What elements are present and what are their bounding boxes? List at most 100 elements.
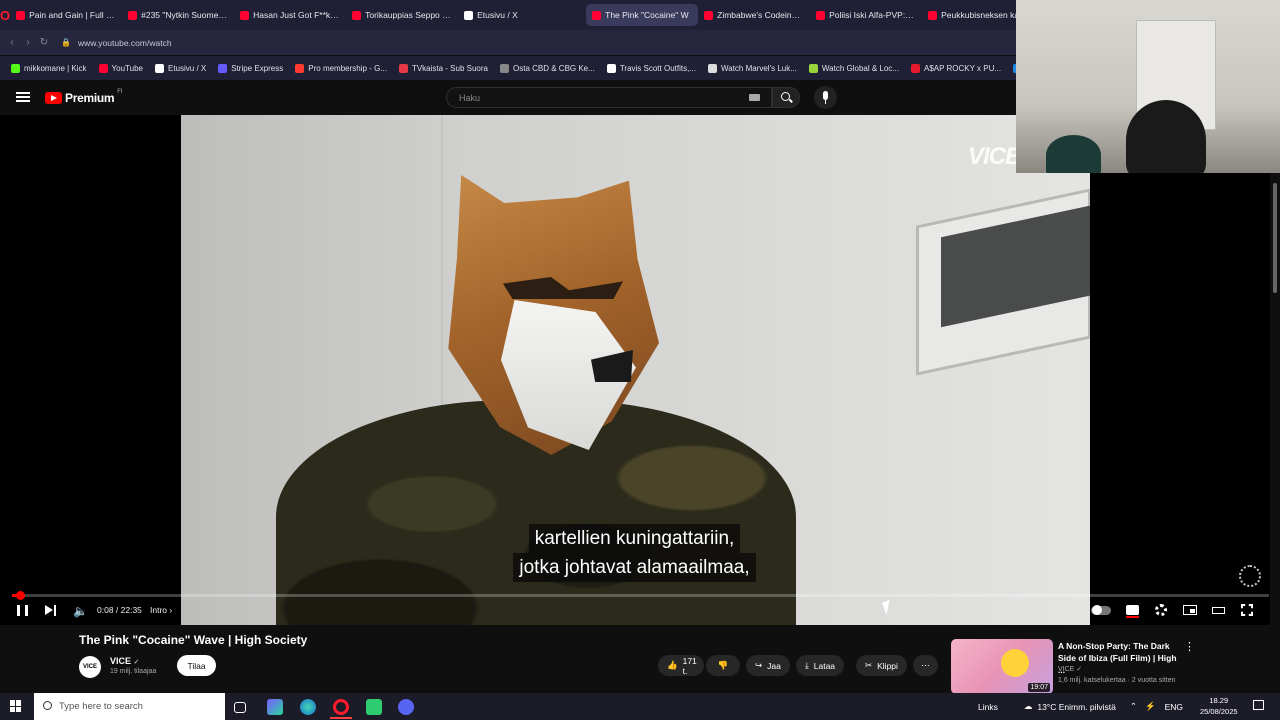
menu-icon[interactable] bbox=[16, 92, 30, 102]
edit-app-icon[interactable] bbox=[267, 699, 283, 715]
tab-favicon-icon bbox=[240, 10, 250, 20]
scrollbar-thumb[interactable] bbox=[1273, 183, 1277, 293]
bookmark-label: Osta CBD & CBG Ke... bbox=[513, 63, 595, 73]
browser-tab[interactable]: Etusivu / X bbox=[458, 4, 570, 26]
tab-favicon-icon bbox=[704, 10, 714, 20]
streamer-head bbox=[1126, 100, 1206, 173]
bookmark-item[interactable]: TVkaista - Sub Suora bbox=[394, 63, 493, 73]
bookmark-label: YouTube bbox=[111, 63, 143, 73]
pause-button[interactable] bbox=[17, 605, 28, 616]
download-button[interactable]: ⤓ Lataa bbox=[796, 655, 845, 676]
video-player[interactable]: VICE kartellien kuningattariin, jotka jo… bbox=[0, 115, 1280, 625]
bookmark-item[interactable]: YouTube bbox=[94, 63, 148, 73]
browser-tab[interactable]: Torikauppias Seppo katos bbox=[346, 4, 458, 26]
recommended-thumbnail[interactable]: 19:07 bbox=[951, 639, 1053, 694]
browser-tab[interactable]: The Pink "Cocaine" W bbox=[586, 4, 699, 26]
channel-avatar[interactable]: VICE bbox=[79, 656, 101, 678]
autoplay-toggle[interactable] bbox=[1091, 605, 1111, 615]
notifications-icon[interactable] bbox=[1253, 700, 1264, 710]
opera-browser-icon[interactable] bbox=[333, 699, 349, 715]
back-icon[interactable]: ‹ bbox=[4, 37, 20, 48]
page-scrollbar[interactable] bbox=[1270, 173, 1280, 693]
settings-gear-icon[interactable] bbox=[1155, 604, 1167, 616]
search-button[interactable] bbox=[772, 87, 800, 108]
fullscreen-icon[interactable] bbox=[1241, 604, 1253, 616]
bookmark-label: Etusivu / X bbox=[167, 63, 207, 73]
progress-scrubber[interactable] bbox=[15, 591, 25, 600]
bookmark-item[interactable]: A$AP ROCKY x PU... bbox=[906, 63, 1006, 73]
recommended-channel-name[interactable]: VICE bbox=[1058, 666, 1074, 673]
like-button[interactable]: 👍 171 t. bbox=[658, 655, 704, 676]
progress-bar[interactable] bbox=[12, 591, 1269, 600]
miniplayer-icon[interactable] bbox=[1183, 605, 1197, 615]
bookmark-item[interactable]: Osta CBD & CBG Ke... bbox=[495, 63, 600, 73]
bookmark-item[interactable]: Watch Global & Loc... bbox=[804, 63, 904, 73]
spotify-like-app-icon[interactable] bbox=[366, 699, 382, 715]
theater-mode-icon[interactable] bbox=[1212, 607, 1225, 614]
lock-icon[interactable]: 🔒 bbox=[58, 38, 74, 47]
bookmark-item[interactable]: Stripe Express bbox=[213, 63, 288, 73]
microphone-button[interactable] bbox=[814, 86, 837, 109]
task-view-icon[interactable] bbox=[234, 702, 246, 713]
bookmark-label: Pro membership - G... bbox=[308, 63, 387, 73]
clip-label: Klippi bbox=[877, 660, 898, 671]
youtube-premium-logo[interactable]: Premium FI bbox=[45, 89, 123, 105]
subscribe-button[interactable]: Tilaa bbox=[177, 655, 216, 676]
volume-icon[interactable]: 🔈 bbox=[73, 604, 88, 618]
forward-icon[interactable]: › bbox=[20, 37, 36, 48]
browser-tab[interactable]: #235 "Nytkin Suomessa o bbox=[122, 4, 234, 26]
bookmark-favicon-icon bbox=[707, 63, 717, 73]
share-button[interactable]: ↪ Jaa bbox=[746, 655, 790, 676]
clock-time: 18.29 bbox=[1209, 696, 1229, 705]
browser-tab[interactable]: Zimbabwe's Codeine Cou bbox=[698, 4, 810, 26]
recommended-channel[interactable]: VICE ✓ bbox=[1058, 665, 1082, 673]
language-indicator[interactable]: ENG bbox=[1165, 702, 1183, 712]
tray-expand-icon[interactable]: ⌃ bbox=[1130, 701, 1137, 712]
discord-icon[interactable] bbox=[398, 699, 414, 715]
bookmark-item[interactable]: Watch Marvel's Luk... bbox=[703, 63, 802, 73]
network-icon[interactable]: ⚡ bbox=[1145, 701, 1156, 712]
bookmark-favicon-icon bbox=[808, 63, 818, 73]
bookmark-item[interactable]: deceive bbox=[1008, 63, 1016, 73]
channel-name-text[interactable]: VICE bbox=[110, 656, 131, 666]
tab-favicon-icon bbox=[352, 10, 362, 20]
links-toolbar[interactable]: Links bbox=[978, 702, 998, 712]
keyboard-icon[interactable] bbox=[749, 94, 760, 101]
opera-logo-icon[interactable]: O bbox=[0, 0, 10, 30]
taskbar-search[interactable]: Type here to search bbox=[34, 693, 225, 720]
emoji-face bbox=[1001, 649, 1029, 677]
channel-name[interactable]: VICE ✓ bbox=[110, 656, 139, 666]
share-icon: ↪ bbox=[755, 660, 763, 670]
dislike-button[interactable]: 👎 bbox=[706, 655, 740, 676]
url-field[interactable]: www.youtube.com/watch bbox=[78, 38, 172, 48]
next-button[interactable] bbox=[45, 605, 57, 616]
browser-tab[interactable]: Poliisi Iski Alfa-PVP:n my bbox=[810, 4, 922, 26]
reload-icon[interactable]: ↻ bbox=[36, 37, 52, 48]
weather-icon[interactable]: ☁ bbox=[1024, 701, 1033, 712]
more-actions-button[interactable]: ⋯ bbox=[913, 655, 938, 676]
bookmark-item[interactable]: Etusivu / X bbox=[150, 63, 211, 73]
clip-button[interactable]: ✂ Klippi bbox=[856, 655, 907, 676]
recommended-more-icon[interactable]: ⋮ bbox=[1184, 640, 1195, 653]
clock-date: 25/08/2025 bbox=[1200, 707, 1238, 716]
bookmark-item[interactable]: Pro membership - G... bbox=[290, 63, 392, 73]
windows-start-icon[interactable] bbox=[10, 700, 22, 712]
edge-browser-icon[interactable] bbox=[300, 699, 316, 715]
subtitles: kartellien kuningattariin, jotka johtava… bbox=[0, 524, 1269, 582]
browser-tab[interactable]: Pain and Gain | Full Movie bbox=[10, 4, 122, 26]
bookmark-label: A$AP ROCKY x PU... bbox=[923, 63, 1002, 73]
search-input[interactable]: Haku bbox=[446, 87, 772, 108]
taskbar-clock[interactable]: 18.29 25/08/2025 bbox=[1200, 695, 1238, 717]
chapter-button[interactable]: Intro › bbox=[150, 605, 172, 615]
tab-favicon-icon bbox=[464, 10, 474, 20]
bookmark-item[interactable]: Travis Scott Outfits,... bbox=[602, 63, 701, 73]
subtitles-icon[interactable] bbox=[1126, 605, 1139, 618]
bookmark-item[interactable]: mikkomane | Kick bbox=[6, 63, 92, 73]
youtube-play-icon bbox=[45, 92, 62, 104]
webcam-overlay bbox=[1016, 0, 1280, 173]
weather-text[interactable]: 13°C Enimm. pilvistä bbox=[1037, 702, 1116, 712]
bookmark-label: mikkomane | Kick bbox=[24, 63, 87, 73]
tab-favicon-icon bbox=[128, 10, 138, 20]
subtitle-line-2: jotka johtavat alamaailmaa, bbox=[513, 553, 756, 582]
browser-tab[interactable]: Hasan Just Got F**king Ol bbox=[234, 4, 346, 26]
